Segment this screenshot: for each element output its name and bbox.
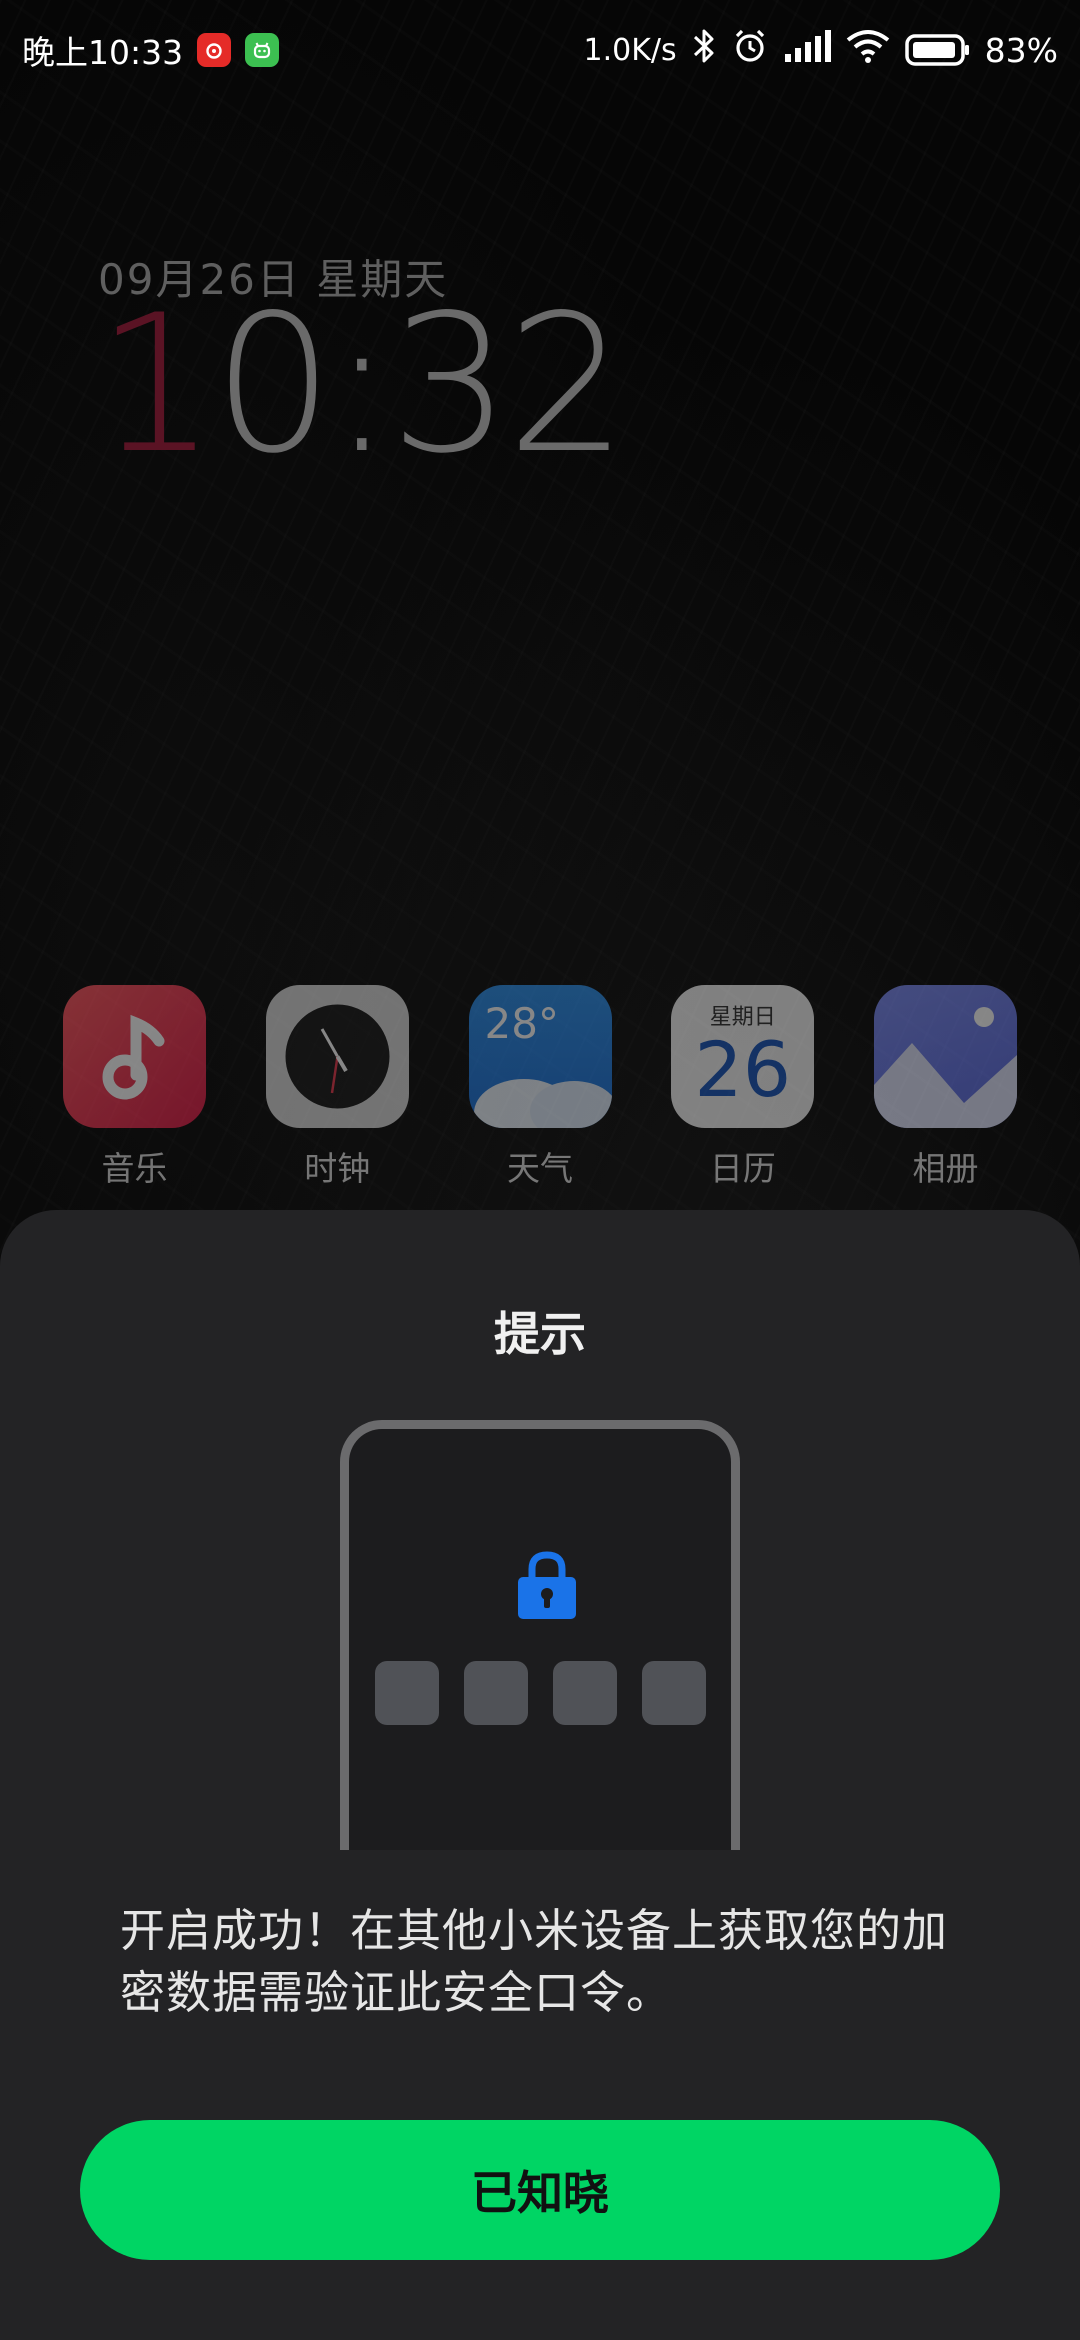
lock-time: 10:32 [96, 290, 628, 480]
status-bar: 晚上10:33 1.0K/s 83% [0, 0, 1080, 100]
netease-music-icon [197, 33, 232, 67]
battery-percent: 83% [984, 30, 1058, 70]
app-weather[interactable]: 28° 天气 [468, 985, 612, 1190]
lock-icon [516, 1549, 578, 1625]
app-gallery[interactable]: 相册 [874, 985, 1017, 1190]
signal-icon [783, 30, 831, 70]
lock-time-rest: 0:32 [212, 274, 628, 495]
app-label: 时钟 [304, 1149, 371, 1188]
weather-icon: 28° [468, 985, 612, 1128]
gallery-icon [874, 985, 1017, 1128]
app-row: 音乐 时钟 28° 天气 星期日 26 日历 相册 [0, 985, 1080, 1190]
app-label: 日历 [709, 1149, 776, 1188]
bluetooth-icon [691, 27, 717, 73]
app-music[interactable]: 音乐 [63, 985, 206, 1190]
battery-icon [904, 33, 971, 67]
pin-box [553, 1661, 617, 1725]
status-time: 晚上10:33 [22, 33, 184, 72]
app-calendar[interactable]: 星期日 26 日历 [671, 985, 815, 1190]
app-label: 相册 [912, 1149, 979, 1188]
wifi-icon [845, 28, 891, 72]
app-clock[interactable]: 时钟 [265, 985, 409, 1190]
app-label: 音乐 [101, 1149, 168, 1188]
pin-box [642, 1661, 706, 1725]
status-bar-right: 1.0K/s 83% [584, 27, 1058, 73]
pin-box [375, 1661, 439, 1725]
alarm-icon [731, 27, 769, 73]
dialog-sheet: 提示 开启成功！在其他小米设备上获取您的加密数据需验证此安全口令。 已知晓 [0, 1210, 1080, 2340]
pin-boxes [375, 1661, 706, 1725]
calendar-day: 26 [694, 1025, 792, 1114]
lock-time-first-digit: 1 [96, 274, 217, 495]
pin-box [464, 1661, 528, 1725]
status-bar-left: 晚上10:33 [22, 26, 280, 74]
phone-illustration [340, 1420, 740, 1850]
android-app-icon [245, 33, 280, 67]
clock-icon [265, 985, 409, 1128]
dialog-message: 开启成功！在其他小米设备上获取您的加密数据需验证此安全口令。 [120, 1904, 949, 2019]
net-speed: 1.0K/s [583, 32, 677, 68]
music-note-icon [63, 985, 206, 1128]
calendar-icon: 星期日 26 [671, 985, 815, 1128]
dialog-title: 提示 [494, 1307, 586, 1361]
app-label: 天气 [507, 1149, 573, 1188]
acknowledge-button[interactable]: 已知晓 [80, 2120, 1000, 2260]
